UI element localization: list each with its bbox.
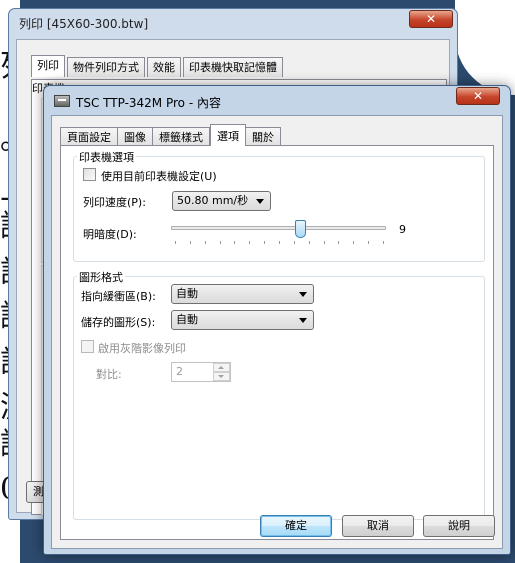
print-window-tabs: 列印 物件列印方式 效能 印表機快取記憶體 <box>31 55 285 77</box>
darkness-label: 明暗度(D): <box>83 228 137 241</box>
ok-button[interactable]: 確定 <box>260 515 332 537</box>
options-panel: 印表機選項 使用目前印表機設定(U) 列印速度(P): 50.80 mm/秒 明… <box>60 145 494 540</box>
printer-properties-dialog: TSC TTP-342M Pro - 內容 ✕ 頁面設定 圖像 標籤樣式 選項 … <box>43 85 511 555</box>
use-current-settings-checkbox[interactable] <box>83 168 96 181</box>
stored-graphics-value: 自動 <box>176 313 198 326</box>
tab-print[interactable]: 列印 <box>31 55 65 77</box>
slider-tick <box>234 241 235 244</box>
print-window-title: 列印 [45X60-300.btw] <box>19 17 149 31</box>
chevron-down-icon <box>299 292 307 297</box>
chevron-down-icon <box>218 375 224 378</box>
chevron-down-icon <box>299 318 307 323</box>
cancel-button[interactable]: 取消 <box>342 515 414 537</box>
slider-tick <box>368 241 369 244</box>
grayscale-checkbox[interactable] <box>81 340 94 353</box>
slider-tick <box>324 241 325 244</box>
grayscale-label: 啟用灰階影像列印 <box>98 342 186 355</box>
print-window-close-button[interactable]: ✕ <box>409 10 453 28</box>
print-speed-label: 列印速度(P): <box>83 196 146 209</box>
tab-label-style[interactable]: 標籤樣式 <box>153 127 210 146</box>
stored-graphics-dropdown[interactable]: 自動 <box>171 310 314 330</box>
slider-tick <box>309 241 310 244</box>
tab-performance[interactable]: 效能 <box>147 57 181 77</box>
tab-printer-cache[interactable]: 印表機快取記憶體 <box>183 57 283 77</box>
slider-tick <box>294 241 295 244</box>
slider-tick <box>338 241 339 244</box>
darkness-value: 9 <box>399 223 406 236</box>
printer-icon <box>54 95 70 107</box>
print-speed-value: 50.80 mm/秒 <box>177 194 249 207</box>
contrast-up-button[interactable] <box>213 363 230 372</box>
contrast-spinner <box>213 363 230 381</box>
dialog-tabs: 頁面設定 圖像 標籤樣式 選項 關於 <box>60 124 281 146</box>
darkness-slider-thumb[interactable] <box>295 220 306 238</box>
dialog-client: 頁面設定 圖像 標籤樣式 選項 關於 印表機選項 使用目前印表機設定(U) 列印… <box>51 115 503 549</box>
contrast-label: 對比: <box>96 368 122 381</box>
graphics-format-group-label: 圖形格式 <box>77 269 125 285</box>
tab-about[interactable]: 關於 <box>246 127 281 146</box>
dither-dropdown[interactable]: 自動 <box>171 284 314 304</box>
slider-tick <box>383 241 384 244</box>
stored-graphics-label: 儲存的圖形(S): <box>81 316 156 329</box>
tab-page-setup[interactable]: 頁面設定 <box>60 127 118 146</box>
background-shape <box>455 0 515 95</box>
tab-graphics[interactable]: 圖像 <box>118 127 153 146</box>
slider-tick <box>205 241 206 244</box>
print-speed-dropdown[interactable]: 50.80 mm/秒 <box>172 191 271 211</box>
slider-tick <box>264 241 265 244</box>
tab-options[interactable]: 選項 <box>210 124 246 146</box>
slider-tick <box>190 241 191 244</box>
tab-object-print-mode[interactable]: 物件列印方式 <box>67 57 145 77</box>
slider-tick <box>279 241 280 244</box>
darkness-slider-track[interactable] <box>171 226 386 230</box>
slider-tick <box>249 241 250 244</box>
dither-label: 指向緩衝區(B): <box>81 290 156 303</box>
chevron-up-icon <box>218 366 224 369</box>
dither-value: 自動 <box>176 287 198 300</box>
slider-tick <box>220 241 221 244</box>
help-button[interactable]: 說明 <box>423 515 495 537</box>
chevron-down-icon <box>256 199 264 204</box>
slider-tick <box>175 241 176 244</box>
dialog-close-button[interactable]: ✕ <box>456 87 500 105</box>
contrast-down-button[interactable] <box>213 372 230 381</box>
dialog-title: TSC TTP-342M Pro - 內容 <box>76 96 221 110</box>
printer-options-group-label: 印表機選項 <box>77 149 136 165</box>
use-current-settings-label: 使用目前印表機設定(U) <box>101 170 217 183</box>
slider-tick <box>353 241 354 244</box>
